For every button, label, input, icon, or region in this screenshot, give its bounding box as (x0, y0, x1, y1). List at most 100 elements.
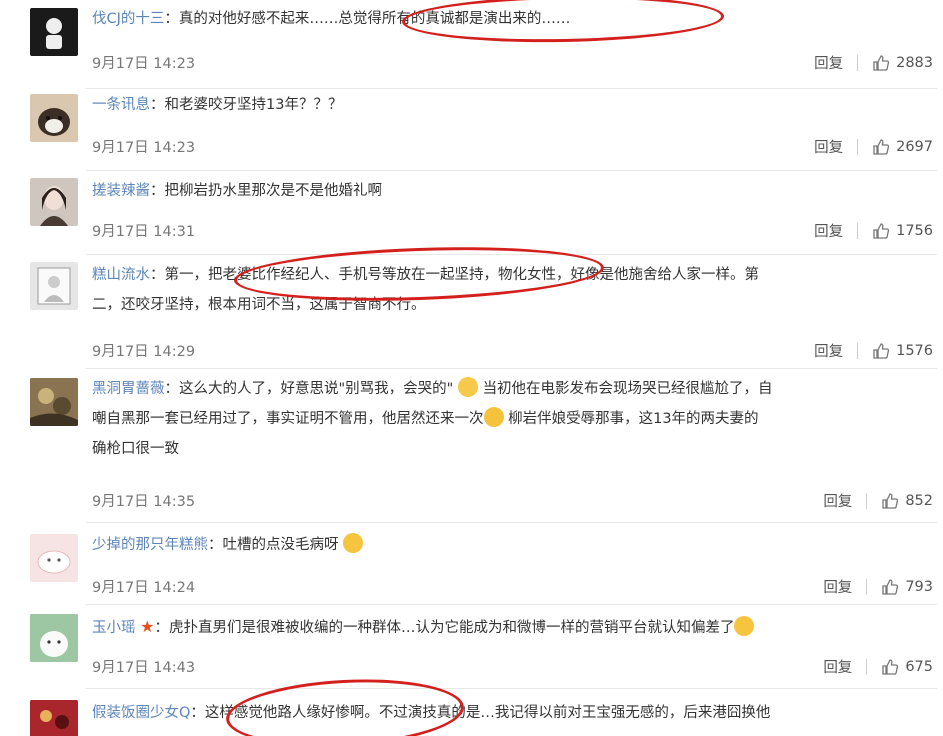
divider (866, 578, 868, 595)
comment-text: 黑洞胃蔷薇：这么大的人了，好意思说"别骂我，会哭的" 当初他在电影发布会现场哭已… (92, 374, 932, 464)
star-badge-icon: ★ (140, 617, 155, 636)
timestamp: 9月17日 14:24 (92, 580, 196, 596)
divider (86, 170, 937, 171)
like-button[interactable]: 2697 (872, 138, 933, 156)
comment-item: 搓装辣酱：把柳岩扔水里那次是不是他婚礼啊 9月17日 14:31 回复 1756 (0, 172, 943, 255)
comment-body: 吐槽的点没毛病呀 (222, 537, 339, 553)
like-count: 793 (905, 578, 933, 595)
divider (857, 222, 859, 239)
avatar[interactable] (30, 614, 78, 662)
username-link[interactable]: 玉小瑶 (92, 620, 136, 636)
comment-item: 假装饭圈少女Q：这样感觉他路人缘好惨啊。不过演技真的是…我记得以前对王宝强无感的… (0, 692, 943, 736)
divider (86, 604, 937, 605)
username-link[interactable]: 糕山流水 (92, 267, 150, 283)
avatar[interactable] (30, 378, 78, 426)
like-button[interactable]: 2883 (872, 54, 933, 72)
divider (86, 88, 937, 89)
username-link[interactable]: 搓装辣酱 (92, 183, 150, 199)
comment-actions: 回复 1576 (814, 340, 933, 361)
comment-body: 第一，把老婆比作经纪人、手机号等放在一起坚持，物化女性，好像是他施舍给人家一样。… (164, 267, 760, 283)
comment-actions: 回复 1756 (814, 220, 933, 241)
reply-button[interactable]: 回复 (823, 656, 852, 677)
comment-actions: 回复 852 (823, 490, 933, 511)
divider (86, 688, 937, 689)
username-link[interactable]: 黑洞胃蔷薇 (92, 381, 165, 397)
laughing-emoji-icon (343, 533, 364, 553)
comment-item: 糕山流水：第一，把老婆比作经纪人、手机号等放在一起坚持，物化女性，好像是他施舍给… (0, 256, 943, 369)
thumbs-up-icon (873, 342, 890, 359)
comment-item: 黑洞胃蔷薇：这么大的人了，好意思说"别骂我，会哭的" 当初他在电影发布会现场哭已… (0, 370, 943, 526)
timestamp: 9月17日 14:23 (92, 140, 196, 156)
divider (86, 368, 937, 369)
comment-actions: 回复 2883 (814, 52, 933, 73)
divider (866, 658, 868, 675)
divider (857, 342, 859, 359)
comment-body: 真的对他好感不起来……总觉得所有的真诚都是演出来的…… (178, 11, 571, 27)
thumbs-up-icon (873, 54, 890, 71)
comment-text: 假装饭圈少女Q：这样感觉他路人缘好惨啊。不过演技真的是…我记得以前对王宝强无感的… (92, 705, 771, 721)
username-link[interactable]: 一条讯息 (92, 97, 150, 113)
thumbs-up-icon (882, 658, 899, 675)
comment-text: 糕山流水：第一，把老婆比作经纪人、手机号等放在一起坚持，物化女性，好像是他施舍给… (92, 260, 932, 320)
like-count: 1576 (896, 342, 933, 359)
comment-text: 搓装辣酱：把柳岩扔水里那次是不是他婚礼啊 (92, 183, 383, 199)
comment-item: 一条讯息：和老婆咬牙坚持13年？？？ 9月17日 14:23 回复 2697 (0, 90, 943, 172)
like-button[interactable]: 852 (881, 492, 933, 510)
username-link[interactable]: 假装饭圈少女Q (92, 705, 190, 721)
comment-body: 嘲自黑那一套已经用过了，事实证明不管用，他居然还来一次 (92, 411, 484, 427)
divider (857, 54, 859, 71)
crying-emoji-icon (457, 377, 478, 397)
like-button[interactable]: 1576 (872, 342, 933, 360)
timestamp: 9月17日 14:43 (92, 660, 196, 676)
timestamp: 9月17日 14:35 (92, 494, 196, 510)
comment-actions: 回复 2697 (814, 136, 933, 157)
smirk-emoji-icon (734, 616, 755, 636)
like-count: 2883 (896, 54, 933, 71)
avatar[interactable] (30, 262, 78, 310)
comment-list: 伐CJ的十三：真的对他好感不起来……总觉得所有的真诚都是演出来的…… 9月17日… (0, 0, 943, 736)
reply-button[interactable]: 回复 (823, 576, 852, 597)
username-link[interactable]: 少掉的那只年糕熊 (92, 537, 208, 553)
comment-actions: 回复 675 (823, 656, 933, 677)
comment-body: 虎扑直男们是很难被收编的一种群体…认为它能成为和微博一样的营销平台就认知偏差了 (168, 620, 735, 636)
avatar[interactable] (30, 8, 78, 56)
comment-text: 玉小瑶 ★：虎扑直男们是很难被收编的一种群体…认为它能成为和微博一样的营销平台就… (92, 612, 932, 643)
username-link[interactable]: 伐CJ的十三 (92, 11, 164, 27)
comment-item: 玉小瑶 ★：虎扑直男们是很难被收编的一种群体…认为它能成为和微博一样的营销平台就… (0, 606, 943, 690)
divider (857, 138, 859, 155)
like-button[interactable]: 793 (881, 578, 933, 596)
comment-text: 少掉的那只年糕熊：吐槽的点没毛病呀 (92, 530, 932, 560)
comment-body: 柳岩伴娘受辱那事，这13年的两夫妻的 (508, 411, 759, 427)
avatar[interactable] (30, 178, 78, 226)
reply-button[interactable]: 回复 (814, 52, 843, 73)
reply-button[interactable]: 回复 (814, 220, 843, 241)
divider (866, 492, 868, 509)
reply-button[interactable]: 回复 (823, 490, 852, 511)
comment-body: 确枪口很一致 (92, 441, 179, 457)
reply-button[interactable]: 回复 (814, 136, 843, 157)
comment-body: 把柳岩扔水里那次是不是他婚礼啊 (164, 183, 383, 199)
avatar[interactable] (30, 700, 78, 736)
thumbs-up-icon (882, 492, 899, 509)
timestamp: 9月17日 14:29 (92, 344, 196, 360)
thumbs-up-icon (873, 138, 890, 155)
avatar[interactable] (30, 534, 78, 582)
timestamp: 9月17日 14:23 (92, 56, 196, 72)
like-button[interactable]: 675 (881, 658, 933, 676)
divider (86, 254, 937, 255)
comment-text: 一条讯息：和老婆咬牙坚持13年？？？ (92, 97, 343, 113)
reply-button[interactable]: 回复 (814, 340, 843, 361)
thumbs-up-icon (882, 578, 899, 595)
sweat-emoji-icon (483, 407, 504, 427)
timestamp: 9月17日 14:31 (92, 224, 196, 240)
like-button[interactable]: 1756 (872, 222, 933, 240)
avatar[interactable] (30, 94, 78, 142)
comment-text: 伐CJ的十三：真的对他好感不起来……总觉得所有的真诚都是演出来的…… (92, 11, 571, 27)
comment-item: 少掉的那只年糕熊：吐槽的点没毛病呀 9月17日 14:24 回复 793 (0, 526, 943, 606)
comment-body: 这么大的人了，好意思说"别骂我，会哭的" (179, 381, 454, 397)
like-count: 1756 (896, 222, 933, 239)
comment-body: 二，还咬牙坚持，根本用词不当，这属于智商不行。 (92, 297, 426, 313)
thumbs-up-icon (873, 222, 890, 239)
comment-body: 当初他在电影发布会现场哭已经很尴尬了，自 (482, 381, 773, 397)
comment-actions: 回复 793 (823, 576, 933, 597)
